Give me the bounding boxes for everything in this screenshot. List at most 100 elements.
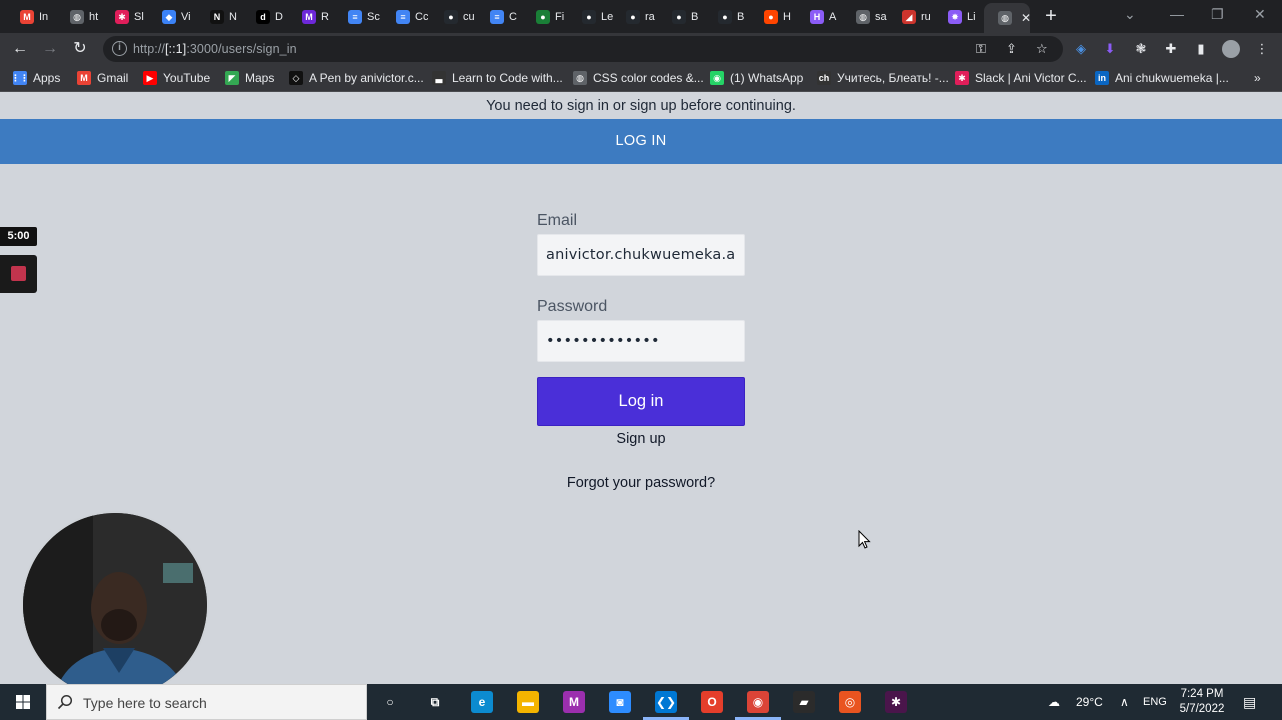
new-tab-button[interactable]: + bbox=[1040, 5, 1062, 27]
bookmark-label: Slack | Ani Victor C... bbox=[975, 71, 1087, 85]
slack-icon: ✱ bbox=[955, 71, 969, 85]
address-bar[interactable]: i http://[::1]:3000/users/sign_in ⚿ ⇪ ☆ bbox=[103, 36, 1063, 62]
show-hidden-icons-chevron-icon[interactable]: ∧ bbox=[1120, 684, 1129, 720]
browser-tab[interactable]: ✱ Sl bbox=[101, 4, 147, 30]
minimize-window-button[interactable]: — bbox=[1170, 6, 1184, 22]
stop-recording-button[interactable] bbox=[0, 255, 37, 293]
browser-tab[interactable]: MR bbox=[288, 4, 334, 30]
ubuntu-icon[interactable]: ◎ bbox=[839, 691, 861, 713]
extension-gear-icon[interactable]: ❃ bbox=[1133, 41, 1149, 57]
bookmarks-bar: » ⋮⋮ Apps M Gmail ▶ YouTube ◤ Maps ◇ A Pen by ani… bbox=[0, 64, 1282, 92]
email-input[interactable] bbox=[537, 234, 745, 276]
key-icon[interactable]: ⚿ bbox=[976, 41, 986, 57]
bookmark-item[interactable]: M Gmail bbox=[77, 70, 128, 86]
clock-date: 5/7/2022 bbox=[1179, 703, 1225, 715]
bookmark-item[interactable]: ▶ YouTube bbox=[143, 70, 210, 86]
share-icon[interactable]: ⇪ bbox=[1006, 41, 1017, 57]
tab-label: ht bbox=[89, 11, 99, 23]
browser-tab[interactable]: ≡ Cc bbox=[382, 4, 428, 30]
browser-tab[interactable]: ● H bbox=[750, 4, 796, 30]
search-icon bbox=[57, 694, 73, 710]
browser-tab[interactable]: ◆ Vi bbox=[148, 4, 194, 30]
bookmark-item[interactable]: ⋮⋮ Apps bbox=[11, 70, 60, 86]
browser-tab[interactable]: NN bbox=[196, 4, 242, 30]
tab-label: Vi bbox=[181, 11, 191, 23]
browser-tab[interactable]: ● B bbox=[704, 4, 750, 30]
taskbar-clock[interactable]: 7:24 PM 5/7/2022 bbox=[1172, 687, 1232, 717]
forward-arrow-icon[interactable]: → bbox=[39, 38, 61, 60]
edge-icon[interactable]: e bbox=[471, 691, 493, 713]
browser-tab[interactable]: ● Le bbox=[568, 4, 614, 30]
browser-tab[interactable]: ≡ C bbox=[476, 4, 522, 30]
browser-tab[interactable]: ◢ ru bbox=[888, 4, 934, 30]
browser-tab[interactable]: ● ra bbox=[612, 4, 658, 30]
browser-tab-active[interactable]: ◍ ✕ bbox=[984, 3, 1030, 33]
browser-tab[interactable]: HA bbox=[796, 4, 842, 30]
browser-tab[interactable]: dD bbox=[242, 4, 288, 30]
reload-icon[interactable]: ↻ bbox=[69, 38, 91, 60]
log-in-button[interactable]: Log in bbox=[537, 377, 745, 426]
close-tab-icon[interactable]: ✕ bbox=[1021, 11, 1030, 25]
forgot-password-link[interactable]: Forgot your password? bbox=[537, 475, 745, 491]
side-panel-icon[interactable]: ▮ bbox=[1193, 41, 1209, 57]
task-view-icon[interactable]: ⧉ bbox=[424, 691, 446, 713]
zoom-icon[interactable]: ◙ bbox=[609, 691, 631, 713]
bookmark-item[interactable]: ◇ A Pen by anivictor.c... bbox=[289, 70, 424, 86]
browser-tab[interactable]: ≡ Sc bbox=[334, 4, 380, 30]
browser-tab[interactable]: ● Fi bbox=[522, 4, 568, 30]
bookmark-star-icon[interactable]: ☆ bbox=[1036, 41, 1048, 57]
tab-label: Sc bbox=[367, 11, 380, 23]
office-icon[interactable]: O bbox=[701, 691, 723, 713]
browser-tab[interactable]: M In bbox=[6, 4, 52, 30]
browser-tab[interactable]: ◍ sa bbox=[842, 4, 888, 30]
globe-icon: ◍ bbox=[998, 11, 1012, 25]
extensions-puzzle-icon[interactable]: ✚ bbox=[1163, 41, 1179, 57]
tab-search-chevron-icon[interactable]: ⌄ bbox=[1124, 6, 1136, 23]
cortana-icon[interactable]: ○ bbox=[379, 691, 401, 713]
browser-tab[interactable]: ✸ Li bbox=[934, 4, 980, 30]
temperature-readout[interactable]: 29°C bbox=[1076, 684, 1103, 720]
back-arrow-icon[interactable]: ← bbox=[9, 38, 31, 60]
bookmark-item[interactable]: ◉ (1) WhatsApp bbox=[710, 70, 803, 86]
tab-label: D bbox=[275, 11, 283, 23]
bookmark-item[interactable]: ▃ Learn to Code with... bbox=[432, 70, 563, 86]
weather-cloud-icon[interactable]: ☁ bbox=[1048, 684, 1060, 720]
notifications-icon[interactable]: ▤ bbox=[1243, 684, 1256, 720]
tab-label: B bbox=[737, 11, 745, 23]
chrome-icon[interactable]: ◉ bbox=[747, 691, 769, 713]
restore-window-button[interactable]: ❐ bbox=[1211, 6, 1224, 23]
youtube-icon: ▶ bbox=[143, 71, 157, 85]
language-indicator[interactable]: ENG bbox=[1143, 684, 1167, 720]
bookmark-item[interactable]: ◤ Maps bbox=[225, 70, 274, 86]
codepen-icon: ◇ bbox=[289, 71, 303, 85]
taskbar-search-box[interactable]: Type here to search bbox=[46, 684, 367, 720]
tab-label: R bbox=[321, 11, 329, 23]
browser-tab[interactable]: ◍ ht bbox=[56, 4, 102, 30]
browser-tab[interactable]: ● B bbox=[658, 4, 704, 30]
vscode-icon[interactable]: ❮❯ bbox=[655, 691, 677, 713]
bookmark-item[interactable]: ch Учитесь, Блеать! -... bbox=[817, 70, 949, 86]
download-icon[interactable]: ⬇ bbox=[1102, 41, 1118, 57]
menu-kebab-icon[interactable]: ⋮ bbox=[1254, 41, 1270, 57]
browser-tab[interactable]: ● cu bbox=[430, 4, 476, 30]
bookmark-item[interactable]: ◍ CSS color codes &... bbox=[573, 70, 704, 86]
freecodecamp-icon: ▃ bbox=[432, 71, 446, 85]
extension-icon[interactable]: ◈ bbox=[1073, 41, 1089, 57]
ruby-icon: ◢ bbox=[902, 10, 916, 24]
address-url[interactable]: http://[::1]:3000/users/sign_in bbox=[133, 42, 297, 56]
sticky-notes-icon[interactable]: ▰ bbox=[793, 691, 815, 713]
profile-avatar[interactable] bbox=[1222, 40, 1240, 58]
bookmark-item[interactable]: in Ani chukwuemeka |... bbox=[1095, 70, 1229, 86]
more-bookmarks-icon[interactable]: » bbox=[1254, 70, 1261, 86]
close-window-button[interactable]: ✕ bbox=[1254, 6, 1266, 23]
windows-start-icon[interactable] bbox=[0, 684, 46, 720]
tab-label: Sl bbox=[134, 11, 144, 23]
bookmark-item[interactable]: ✱ Slack | Ani Victor C... bbox=[955, 70, 1087, 86]
site-info-icon[interactable]: i bbox=[112, 41, 127, 56]
file-explorer-icon[interactable]: ▬ bbox=[517, 691, 539, 713]
sign-up-link[interactable]: Sign up bbox=[537, 431, 745, 447]
mega-icon[interactable]: M bbox=[563, 691, 585, 713]
password-input[interactable] bbox=[537, 320, 745, 362]
slack-icon[interactable]: ✱ bbox=[885, 691, 907, 713]
bookmark-label: Gmail bbox=[97, 71, 129, 85]
